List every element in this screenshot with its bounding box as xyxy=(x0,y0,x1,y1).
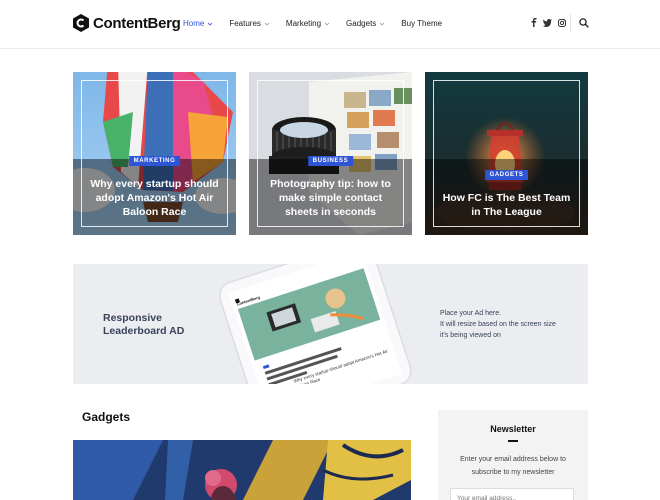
chevron-down-icon xyxy=(264,22,270,26)
nav-label: Home xyxy=(183,19,205,28)
facebook-icon[interactable] xyxy=(531,18,537,27)
nav-features[interactable]: Features xyxy=(229,19,270,28)
card-title[interactable]: Photography tip: how to make simple cont… xyxy=(261,177,400,219)
nav-label: Features xyxy=(229,19,261,28)
card-title[interactable]: How FC is The Best Team in The League xyxy=(437,191,576,219)
featured-card[interactable]: GADGETS How FC is The Best Team in The L… xyxy=(425,72,588,235)
card-title[interactable]: Why every startup should adopt Amazon's … xyxy=(85,177,224,219)
title-underline xyxy=(508,440,518,442)
nav-label: Buy Theme xyxy=(401,19,443,28)
section-title: Gadgets xyxy=(82,410,131,424)
ad-description-line: It will resize based on the screen size xyxy=(440,321,556,328)
nav-label: Gadgets xyxy=(346,19,377,28)
nav-marketing[interactable]: Marketing xyxy=(286,19,330,28)
category-badge[interactable]: BUSINESS xyxy=(307,156,354,166)
leaderboard-ad[interactable]: Responsive Leaderboard AD ContentBerg Wh… xyxy=(73,264,588,384)
brand-name: ContentBerg xyxy=(93,14,181,32)
social-links xyxy=(531,18,572,27)
ad-description-line: Place your Ad here. xyxy=(440,310,502,317)
ad-heading-line: Leaderboard AD xyxy=(103,325,185,337)
chevron-down-icon xyxy=(380,22,385,26)
section-feature-image[interactable] xyxy=(73,440,411,500)
main-nav: Home Features Marketing Gadgets Buy Them… xyxy=(183,19,458,28)
site-header: ContentBerg Home Features Marketing Gadg… xyxy=(0,0,660,49)
featured-card[interactable]: MARKETING Why every startup should adopt… xyxy=(73,72,236,235)
phone-mockup xyxy=(218,264,412,384)
category-badge[interactable]: MARKETING xyxy=(128,156,181,166)
featured-card[interactable]: BUSINESS Photography tip: how to make si… xyxy=(249,72,412,235)
newsletter-description: Enter your email address below to subscr… xyxy=(460,456,566,476)
logo-mark-icon xyxy=(73,14,89,32)
instagram-icon[interactable] xyxy=(558,18,566,27)
nav-gadgets[interactable]: Gadgets xyxy=(346,19,385,28)
chevron-down-icon xyxy=(324,22,330,26)
twitter-icon[interactable] xyxy=(543,18,552,27)
nav-buy-theme[interactable]: Buy Theme xyxy=(401,19,442,28)
email-field[interactable] xyxy=(450,488,574,500)
ad-description-line: it's being viewed on xyxy=(440,332,501,339)
ad-heading: Responsive Leaderboard AD xyxy=(103,312,184,338)
logo[interactable]: ContentBerg xyxy=(73,14,181,32)
ad-heading-line: Responsive xyxy=(103,312,162,324)
nav-label: Marketing xyxy=(285,19,322,28)
header-divider xyxy=(570,14,571,32)
ad-description: Place your Ad here. It will resize based… xyxy=(440,308,556,341)
newsletter-title: Newsletter xyxy=(490,424,536,434)
nav-home[interactable]: Home xyxy=(183,19,213,28)
chevron-down-icon xyxy=(208,22,213,26)
category-badge[interactable]: GADGETS xyxy=(484,170,529,180)
newsletter-widget: Newsletter Enter your email address belo… xyxy=(438,410,588,500)
search-icon[interactable] xyxy=(579,18,589,28)
